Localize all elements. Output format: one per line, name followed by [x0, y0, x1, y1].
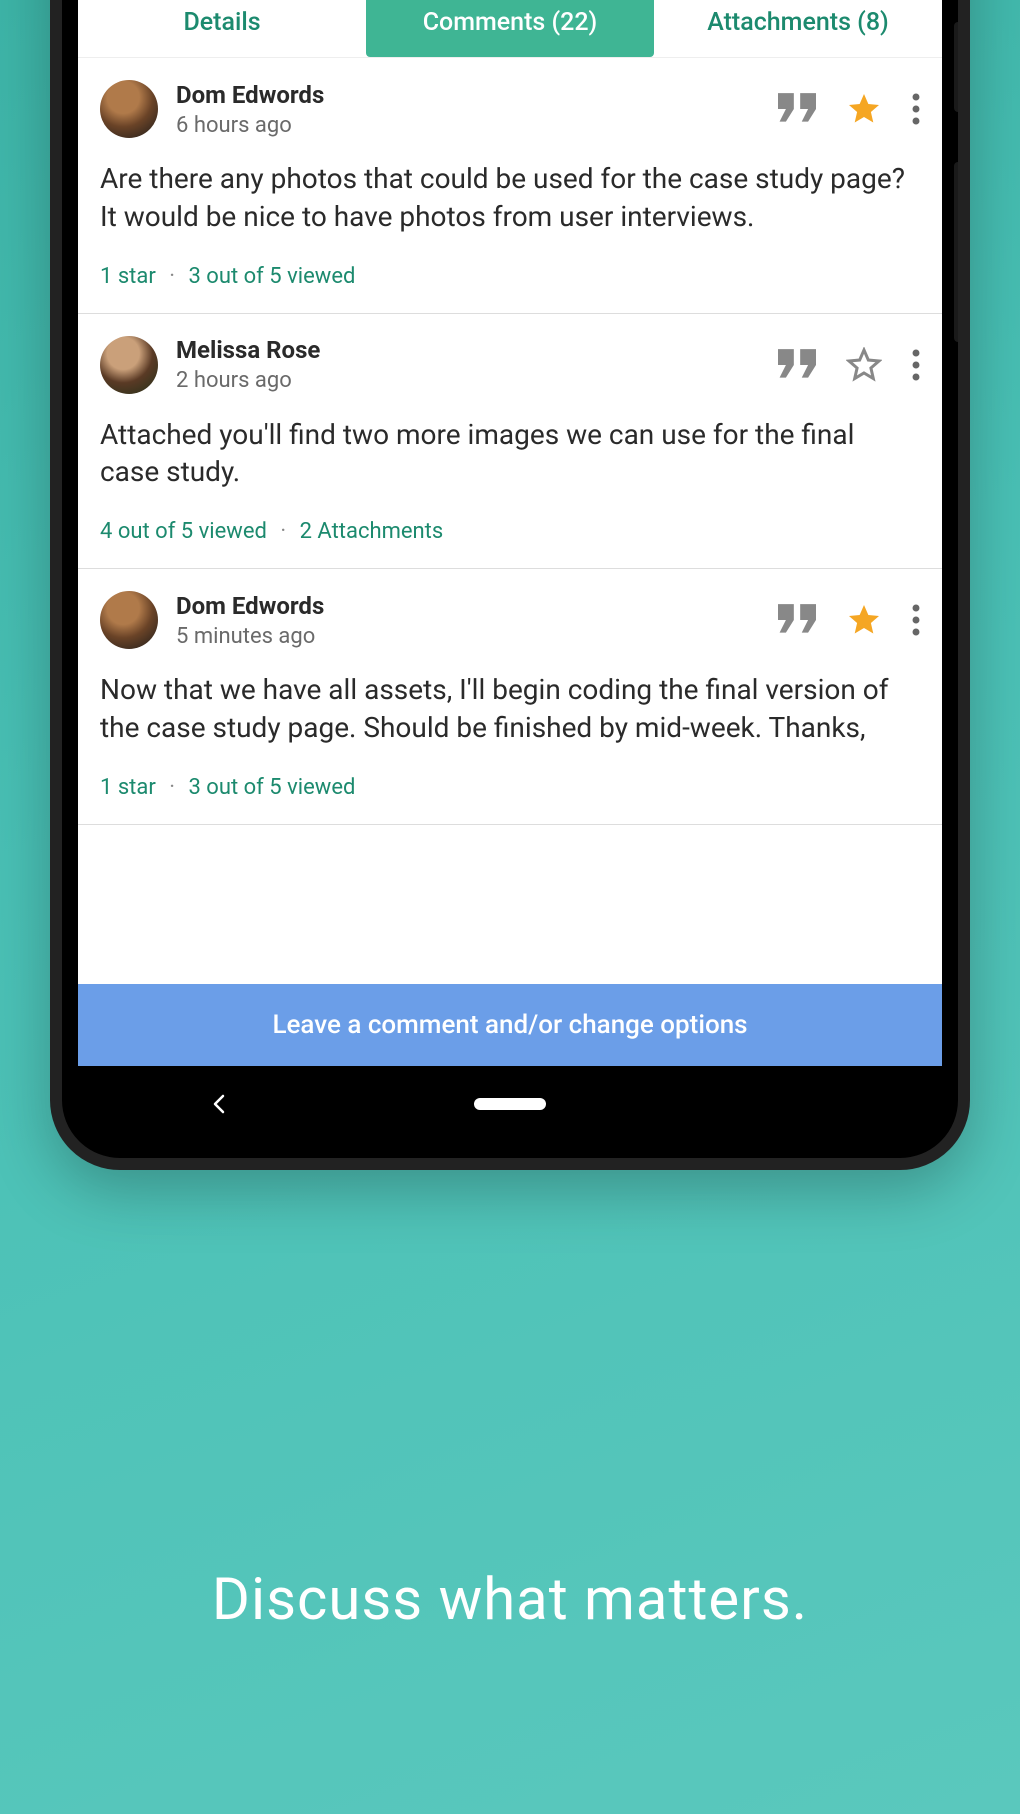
star-outline-icon[interactable] — [846, 347, 882, 383]
tab-comments[interactable]: Comments (22) — [366, 0, 654, 57]
meta-stars[interactable]: 1 star — [100, 775, 156, 800]
quote-icon[interactable] — [778, 604, 816, 636]
comment-item: Dom Edwords 6 hours ago — [78, 58, 942, 314]
quote-icon[interactable] — [778, 349, 816, 381]
meta-views[interactable]: 4 out of 5 viewed — [100, 519, 267, 544]
more-vert-icon[interactable] — [912, 349, 920, 381]
home-pill[interactable] — [474, 1098, 546, 1110]
tab-details[interactable]: Details — [78, 0, 366, 57]
comment-item: Melissa Rose 2 hours ago — [78, 314, 942, 570]
phone-side-button — [954, 162, 964, 342]
more-vert-icon[interactable] — [912, 604, 920, 636]
back-icon[interactable] — [208, 1092, 232, 1116]
tab-bar: Details Comments (22) Attachments (8) — [78, 0, 942, 58]
comment-author: Melissa Rose — [176, 336, 320, 364]
comment-body: Are there any photos that could be used … — [100, 160, 920, 236]
star-icon[interactable] — [846, 602, 882, 638]
comments-list[interactable]: Dom Edwords 6 hours ago — [78, 58, 942, 984]
leave-comment-button[interactable]: Leave a comment and/or change options — [78, 984, 942, 1066]
comment-time: 2 hours ago — [176, 368, 320, 393]
comment-meta: 4 out of 5 viewed · 2 Attachments — [100, 519, 920, 544]
comment-time: 5 minutes ago — [176, 624, 324, 649]
phone-frame: Katrina Mellon 2 days ago — [50, 0, 970, 1170]
comment-body: Now that we have all assets, I'll begin … — [100, 671, 920, 747]
android-nav-bar — [78, 1066, 942, 1142]
meta-stars[interactable]: 1 star — [100, 264, 156, 289]
tab-attachments[interactable]: Attachments (8) — [654, 0, 942, 57]
marketing-tagline: Discuss what matters. — [0, 1566, 1020, 1634]
comment-time: 6 hours ago — [176, 113, 324, 138]
avatar[interactable] — [100, 80, 158, 138]
phone-side-button — [954, 22, 964, 112]
meta-views[interactable]: 3 out of 5 viewed — [188, 775, 355, 800]
comment-author: Dom Edwords — [176, 592, 324, 620]
comment-meta: 1 star · 3 out of 5 viewed — [100, 775, 920, 800]
comment-author: Dom Edwords — [176, 81, 324, 109]
comment-meta: 1 star · 3 out of 5 viewed — [100, 264, 920, 289]
comment-body: Attached you'll find two more images we … — [100, 416, 920, 492]
more-vert-icon[interactable] — [912, 93, 920, 125]
avatar[interactable] — [100, 336, 158, 394]
comment-item: Dom Edwords 5 minutes ago — [78, 569, 942, 825]
avatar[interactable] — [100, 591, 158, 649]
meta-attachments[interactable]: 2 Attachments — [300, 519, 444, 544]
app-screen: Katrina Mellon 2 days ago — [78, 0, 942, 1066]
star-icon[interactable] — [846, 91, 882, 127]
meta-views[interactable]: 3 out of 5 viewed — [188, 264, 355, 289]
quote-icon[interactable] — [778, 93, 816, 125]
